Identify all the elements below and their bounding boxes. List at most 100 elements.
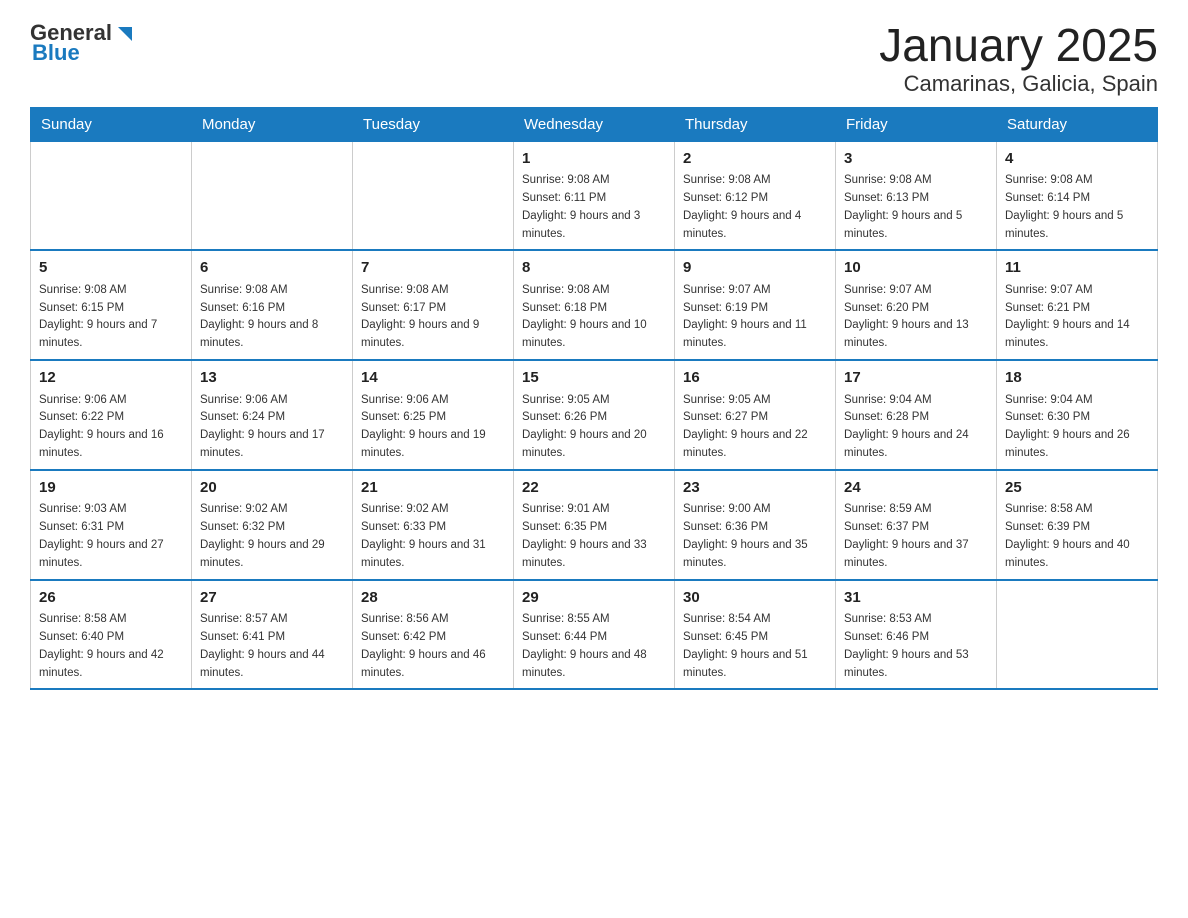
day-number: 3 [844, 148, 988, 171]
day-info: Sunrise: 9:02 AM Sunset: 6:33 PM Dayligh… [361, 501, 505, 572]
day-info: Sunrise: 8:56 AM Sunset: 6:42 PM Dayligh… [361, 611, 505, 682]
calendar-cell: 31Sunrise: 8:53 AM Sunset: 6:46 PM Dayli… [836, 580, 997, 690]
calendar-cell: 10Sunrise: 9:07 AM Sunset: 6:20 PM Dayli… [836, 250, 997, 360]
calendar-cell: 6Sunrise: 9:08 AM Sunset: 6:16 PM Daylig… [192, 250, 353, 360]
day-info: Sunrise: 9:03 AM Sunset: 6:31 PM Dayligh… [39, 501, 183, 572]
day-number: 1 [522, 148, 666, 171]
day-number: 23 [683, 477, 827, 500]
day-number: 9 [683, 257, 827, 280]
calendar-cell: 5Sunrise: 9:08 AM Sunset: 6:15 PM Daylig… [31, 250, 192, 360]
day-info: Sunrise: 9:08 AM Sunset: 6:18 PM Dayligh… [522, 282, 666, 353]
day-info: Sunrise: 9:05 AM Sunset: 6:26 PM Dayligh… [522, 392, 666, 463]
day-info: Sunrise: 8:55 AM Sunset: 6:44 PM Dayligh… [522, 611, 666, 682]
day-number: 24 [844, 477, 988, 500]
day-info: Sunrise: 9:08 AM Sunset: 6:11 PM Dayligh… [522, 172, 666, 243]
calendar-cell: 14Sunrise: 9:06 AM Sunset: 6:25 PM Dayli… [353, 360, 514, 470]
day-number: 18 [1005, 367, 1149, 390]
calendar-cell: 9Sunrise: 9:07 AM Sunset: 6:19 PM Daylig… [675, 250, 836, 360]
calendar-table: Sunday Monday Tuesday Wednesday Thursday… [30, 107, 1158, 691]
day-number: 30 [683, 587, 827, 610]
calendar-cell: 29Sunrise: 8:55 AM Sunset: 6:44 PM Dayli… [514, 580, 675, 690]
day-info: Sunrise: 8:58 AM Sunset: 6:39 PM Dayligh… [1005, 501, 1149, 572]
calendar-cell: 18Sunrise: 9:04 AM Sunset: 6:30 PM Dayli… [997, 360, 1158, 470]
calendar-cell: 30Sunrise: 8:54 AM Sunset: 6:45 PM Dayli… [675, 580, 836, 690]
header-sunday: Sunday [31, 107, 192, 141]
logo-blue: Blue [32, 40, 80, 66]
calendar-week-3: 12Sunrise: 9:06 AM Sunset: 6:22 PM Dayli… [31, 360, 1158, 470]
day-number: 27 [200, 587, 344, 610]
calendar-week-2: 5Sunrise: 9:08 AM Sunset: 6:15 PM Daylig… [31, 250, 1158, 360]
day-info: Sunrise: 8:57 AM Sunset: 6:41 PM Dayligh… [200, 611, 344, 682]
day-info: Sunrise: 9:07 AM Sunset: 6:19 PM Dayligh… [683, 282, 827, 353]
day-info: Sunrise: 9:00 AM Sunset: 6:36 PM Dayligh… [683, 501, 827, 572]
calendar-cell [353, 141, 514, 250]
calendar-cell: 15Sunrise: 9:05 AM Sunset: 6:26 PM Dayli… [514, 360, 675, 470]
day-info: Sunrise: 9:07 AM Sunset: 6:21 PM Dayligh… [1005, 282, 1149, 353]
day-info: Sunrise: 8:53 AM Sunset: 6:46 PM Dayligh… [844, 611, 988, 682]
calendar-week-4: 19Sunrise: 9:03 AM Sunset: 6:31 PM Dayli… [31, 470, 1158, 580]
calendar-cell: 28Sunrise: 8:56 AM Sunset: 6:42 PM Dayli… [353, 580, 514, 690]
calendar-cell: 17Sunrise: 9:04 AM Sunset: 6:28 PM Dayli… [836, 360, 997, 470]
calendar-cell: 27Sunrise: 8:57 AM Sunset: 6:41 PM Dayli… [192, 580, 353, 690]
day-number: 20 [200, 477, 344, 500]
day-number: 22 [522, 477, 666, 500]
month-title: January 2025 [879, 20, 1158, 71]
header-friday: Friday [836, 107, 997, 141]
day-info: Sunrise: 8:54 AM Sunset: 6:45 PM Dayligh… [683, 611, 827, 682]
calendar-cell: 22Sunrise: 9:01 AM Sunset: 6:35 PM Dayli… [514, 470, 675, 580]
calendar-cell: 7Sunrise: 9:08 AM Sunset: 6:17 PM Daylig… [353, 250, 514, 360]
day-info: Sunrise: 9:01 AM Sunset: 6:35 PM Dayligh… [522, 501, 666, 572]
header-tuesday: Tuesday [353, 107, 514, 141]
day-info: Sunrise: 9:08 AM Sunset: 6:15 PM Dayligh… [39, 282, 183, 353]
header-saturday: Saturday [997, 107, 1158, 141]
day-number: 13 [200, 367, 344, 390]
day-info: Sunrise: 9:08 AM Sunset: 6:16 PM Dayligh… [200, 282, 344, 353]
calendar-cell: 21Sunrise: 9:02 AM Sunset: 6:33 PM Dayli… [353, 470, 514, 580]
calendar-cell: 11Sunrise: 9:07 AM Sunset: 6:21 PM Dayli… [997, 250, 1158, 360]
day-number: 4 [1005, 148, 1149, 171]
day-number: 11 [1005, 257, 1149, 280]
calendar-week-1: 1Sunrise: 9:08 AM Sunset: 6:11 PM Daylig… [31, 141, 1158, 250]
logo-triangle-icon [114, 23, 136, 45]
calendar-cell: 3Sunrise: 9:08 AM Sunset: 6:13 PM Daylig… [836, 141, 997, 250]
header-wednesday: Wednesday [514, 107, 675, 141]
day-number: 6 [200, 257, 344, 280]
calendar-cell: 12Sunrise: 9:06 AM Sunset: 6:22 PM Dayli… [31, 360, 192, 470]
calendar-header: Sunday Monday Tuesday Wednesday Thursday… [31, 107, 1158, 141]
day-number: 19 [39, 477, 183, 500]
day-info: Sunrise: 9:04 AM Sunset: 6:30 PM Dayligh… [1005, 392, 1149, 463]
day-number: 2 [683, 148, 827, 171]
day-number: 14 [361, 367, 505, 390]
calendar-cell [997, 580, 1158, 690]
day-number: 29 [522, 587, 666, 610]
calendar-cell: 24Sunrise: 8:59 AM Sunset: 6:37 PM Dayli… [836, 470, 997, 580]
calendar-cell [192, 141, 353, 250]
calendar-cell: 26Sunrise: 8:58 AM Sunset: 6:40 PM Dayli… [31, 580, 192, 690]
day-number: 12 [39, 367, 183, 390]
day-number: 26 [39, 587, 183, 610]
day-number: 10 [844, 257, 988, 280]
location-title: Camarinas, Galicia, Spain [879, 71, 1158, 97]
day-number: 15 [522, 367, 666, 390]
header-monday: Monday [192, 107, 353, 141]
calendar-cell: 23Sunrise: 9:00 AM Sunset: 6:36 PM Dayli… [675, 470, 836, 580]
day-number: 21 [361, 477, 505, 500]
day-info: Sunrise: 9:08 AM Sunset: 6:14 PM Dayligh… [1005, 172, 1149, 243]
calendar-cell: 8Sunrise: 9:08 AM Sunset: 6:18 PM Daylig… [514, 250, 675, 360]
calendar-cell: 16Sunrise: 9:05 AM Sunset: 6:27 PM Dayli… [675, 360, 836, 470]
day-info: Sunrise: 9:02 AM Sunset: 6:32 PM Dayligh… [200, 501, 344, 572]
day-info: Sunrise: 9:06 AM Sunset: 6:22 PM Dayligh… [39, 392, 183, 463]
calendar-body: 1Sunrise: 9:08 AM Sunset: 6:11 PM Daylig… [31, 141, 1158, 689]
calendar-cell [31, 141, 192, 250]
day-info: Sunrise: 9:05 AM Sunset: 6:27 PM Dayligh… [683, 392, 827, 463]
calendar-cell: 2Sunrise: 9:08 AM Sunset: 6:12 PM Daylig… [675, 141, 836, 250]
day-info: Sunrise: 9:08 AM Sunset: 6:17 PM Dayligh… [361, 282, 505, 353]
calendar-week-5: 26Sunrise: 8:58 AM Sunset: 6:40 PM Dayli… [31, 580, 1158, 690]
day-number: 17 [844, 367, 988, 390]
day-number: 28 [361, 587, 505, 610]
day-number: 5 [39, 257, 183, 280]
title-block: January 2025 Camarinas, Galicia, Spain [879, 20, 1158, 97]
logo: General Blue [30, 20, 136, 66]
calendar-cell: 13Sunrise: 9:06 AM Sunset: 6:24 PM Dayli… [192, 360, 353, 470]
day-info: Sunrise: 8:59 AM Sunset: 6:37 PM Dayligh… [844, 501, 988, 572]
